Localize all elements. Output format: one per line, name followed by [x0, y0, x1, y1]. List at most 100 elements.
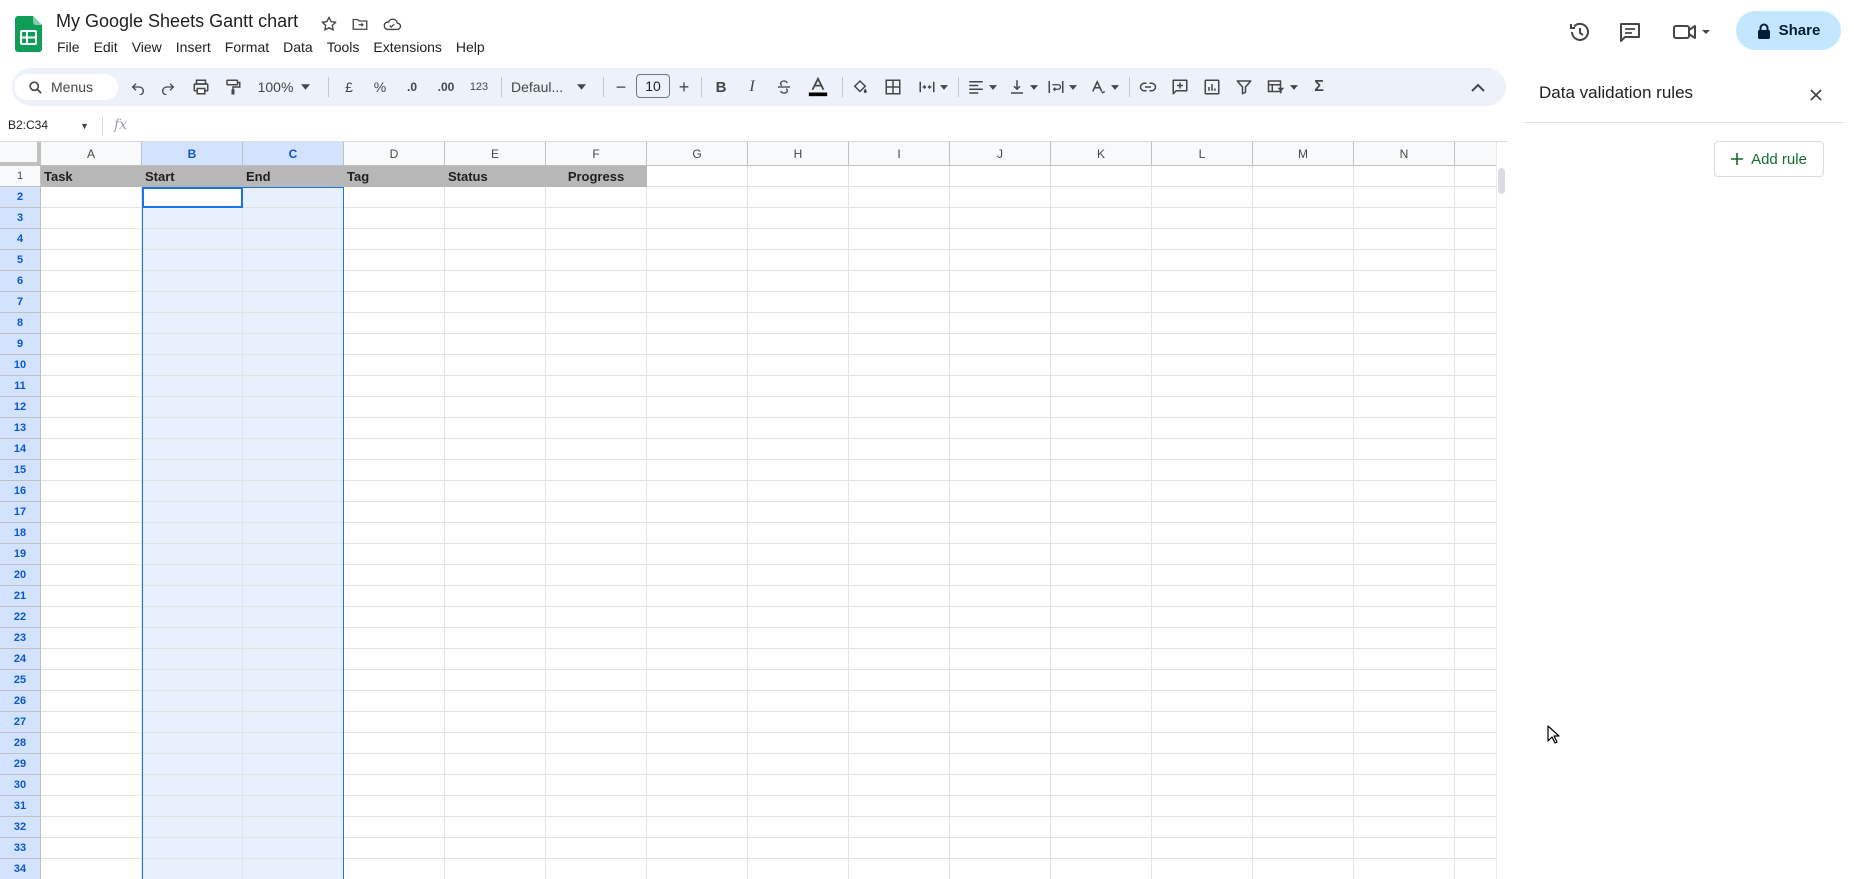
cell[interactable] [41, 733, 142, 754]
cell[interactable] [445, 481, 546, 502]
cell[interactable] [546, 838, 647, 859]
cell[interactable] [1152, 712, 1253, 733]
cell[interactable] [41, 439, 142, 460]
cell[interactable] [445, 565, 546, 586]
cell[interactable] [1253, 208, 1354, 229]
strikethrough-icon[interactable] [774, 75, 794, 99]
cell[interactable] [1253, 607, 1354, 628]
cell[interactable] [647, 796, 748, 817]
cell[interactable] [1354, 670, 1455, 691]
borders-icon[interactable] [882, 75, 904, 99]
cell[interactable] [748, 439, 849, 460]
cell[interactable] [849, 628, 950, 649]
cell[interactable] [41, 775, 142, 796]
cell[interactable] [1051, 292, 1152, 313]
cell[interactable] [344, 355, 445, 376]
cell[interactable] [1051, 250, 1152, 271]
cell[interactable] [243, 733, 344, 754]
cell[interactable] [445, 607, 546, 628]
font-family-select[interactable]: Defaul... [511, 75, 591, 99]
cell[interactable] [849, 649, 950, 670]
cell[interactable] [1253, 565, 1354, 586]
cell[interactable] [1051, 775, 1152, 796]
row-header-4[interactable]: 4 [0, 229, 41, 250]
collapse-toolbar-icon[interactable] [1467, 75, 1489, 99]
cell[interactable] [344, 523, 445, 544]
cell[interactable] [1455, 439, 1497, 460]
cell[interactable] [445, 838, 546, 859]
row-header-24[interactable]: 24 [0, 649, 41, 670]
cell[interactable] [1354, 544, 1455, 565]
cell[interactable] [1152, 376, 1253, 397]
row-header-6[interactable]: 6 [0, 271, 41, 292]
cell[interactable] [1152, 586, 1253, 607]
cell[interactable] [950, 628, 1051, 649]
cell[interactable] [748, 355, 849, 376]
cell[interactable] [647, 418, 748, 439]
cell[interactable] [1354, 838, 1455, 859]
cell[interactable] [445, 355, 546, 376]
cell[interactable] [1455, 334, 1497, 355]
cell[interactable] [546, 187, 647, 208]
cell[interactable] [243, 544, 344, 565]
cell[interactable] [849, 754, 950, 775]
cell[interactable] [142, 586, 243, 607]
cell[interactable] [1354, 586, 1455, 607]
cell[interactable] [1253, 586, 1354, 607]
row-header-32[interactable]: 32 [0, 817, 41, 838]
cell[interactable] [41, 817, 142, 838]
cell[interactable] [142, 607, 243, 628]
row-header-23[interactable]: 23 [0, 628, 41, 649]
cell[interactable] [1354, 481, 1455, 502]
cell[interactable] [748, 838, 849, 859]
cell[interactable] [1455, 523, 1497, 544]
row-header-27[interactable]: 27 [0, 712, 41, 733]
paint-format-icon[interactable] [222, 75, 244, 99]
cell[interactable] [647, 397, 748, 418]
cell[interactable] [1455, 691, 1497, 712]
cell[interactable] [1051, 355, 1152, 376]
cell[interactable] [849, 859, 950, 879]
cell[interactable] [142, 649, 243, 670]
cell[interactable] [41, 334, 142, 355]
row-header-9[interactable]: 9 [0, 334, 41, 355]
cell[interactable] [142, 712, 243, 733]
cell[interactable] [1051, 208, 1152, 229]
cell[interactable] [546, 817, 647, 838]
cell[interactable] [647, 481, 748, 502]
cell[interactable] [1051, 796, 1152, 817]
cell[interactable] [1455, 565, 1497, 586]
cell[interactable] [1455, 838, 1497, 859]
cell[interactable] [950, 502, 1051, 523]
cell[interactable] [1051, 481, 1152, 502]
cell[interactable] [1253, 250, 1354, 271]
cell[interactable] [1152, 733, 1253, 754]
font-size-input[interactable]: 10 [636, 74, 670, 98]
cell[interactable] [849, 565, 950, 586]
cell[interactable] [1152, 670, 1253, 691]
version-history-icon[interactable] [1565, 17, 1595, 47]
cell[interactable] [849, 271, 950, 292]
menu-extensions[interactable]: Extensions [366, 37, 448, 57]
cell[interactable] [546, 481, 647, 502]
cell[interactable] [142, 334, 243, 355]
cell[interactable] [344, 208, 445, 229]
spreadsheet-grid[interactable]: A B C D E F G H I J K L M N 1 Task Start End Tag Status Prog… [0, 142, 1497, 879]
cell[interactable] [748, 187, 849, 208]
cell[interactable] [647, 355, 748, 376]
menu-edit[interactable]: Edit [87, 37, 125, 57]
cell[interactable] [142, 670, 243, 691]
cell[interactable] [1354, 523, 1455, 544]
cell[interactable] [748, 775, 849, 796]
cell[interactable] [41, 460, 142, 481]
currency-format-button[interactable]: £ [340, 75, 358, 99]
cell[interactable] [1152, 838, 1253, 859]
row-header-18[interactable]: 18 [0, 523, 41, 544]
cell[interactable] [1354, 313, 1455, 334]
cell[interactable] [1152, 628, 1253, 649]
cell[interactable] [142, 355, 243, 376]
zoom-select[interactable]: 100% [254, 75, 314, 99]
column-header-a[interactable]: A [41, 142, 142, 166]
cell[interactable] [1051, 544, 1152, 565]
cell[interactable] [546, 544, 647, 565]
